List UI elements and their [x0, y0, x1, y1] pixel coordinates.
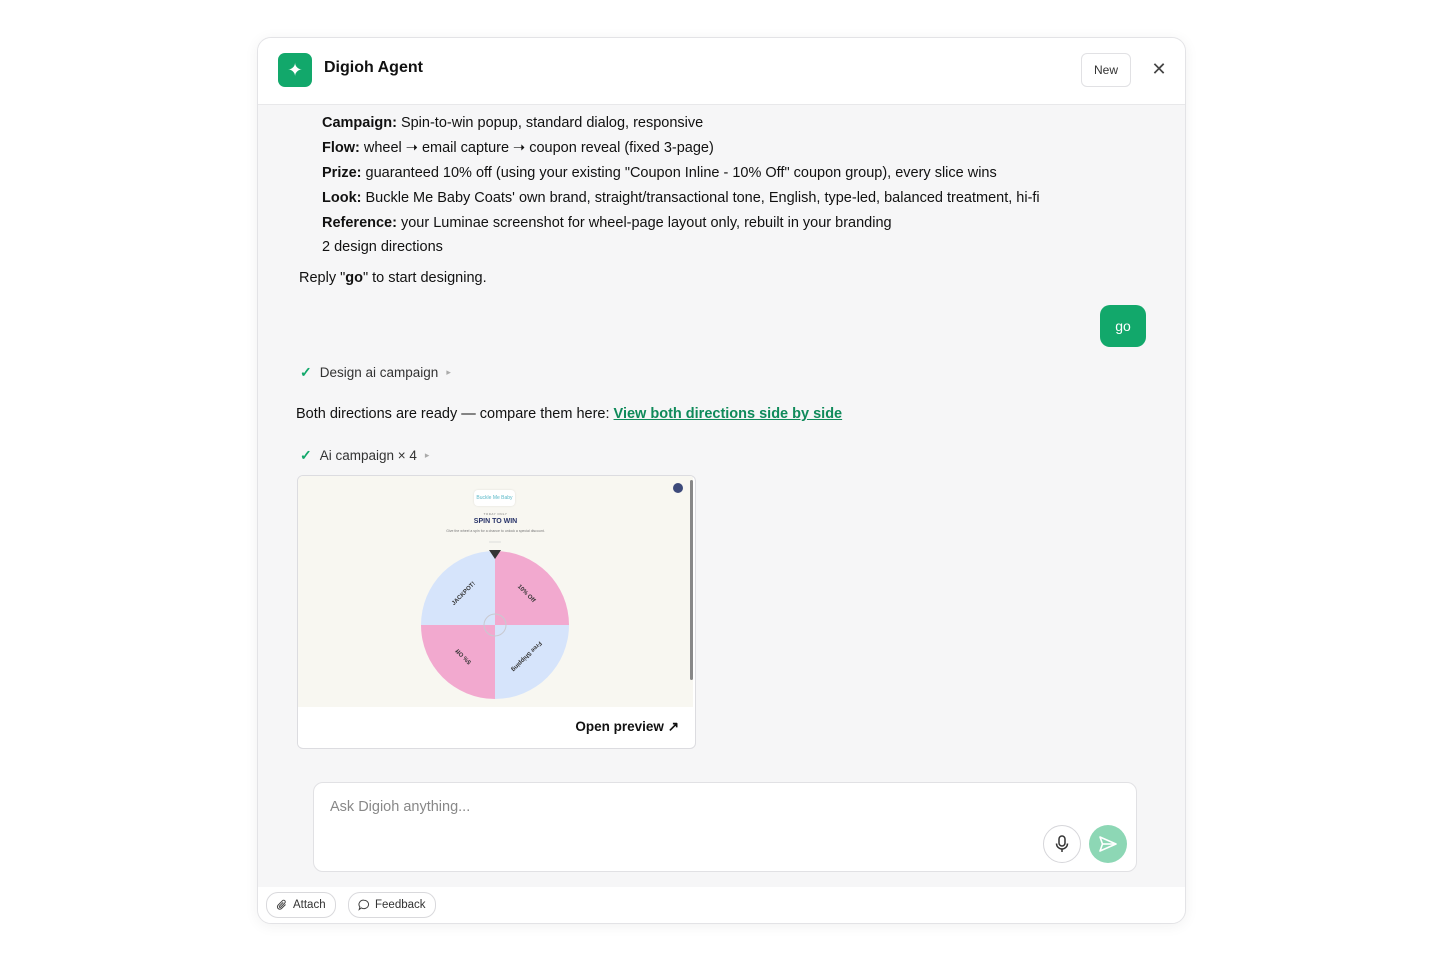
open-preview-button[interactable]: Open preview ↗ [575, 719, 679, 735]
feedback-button[interactable]: Feedback [348, 892, 436, 918]
paperclip-icon [276, 899, 286, 910]
ready-message: Both directions are ready — compare them… [296, 406, 843, 422]
microphone-icon[interactable] [1043, 825, 1081, 863]
new-chat-button[interactable]: New [1081, 53, 1131, 87]
tool-call-campaigns[interactable]: ✓ Ai campaign × 4 ▸ [300, 447, 429, 464]
summary-line-directions: 2 design directions [322, 239, 443, 255]
send-icon[interactable] [1089, 825, 1127, 863]
message-composer [313, 782, 1137, 872]
check-icon: ✓ [300, 364, 312, 380]
chevron-right-icon: ▸ [446, 367, 451, 377]
tool-call-label: Ai campaign × 4 [319, 448, 417, 463]
summary-line-reference: Reference: your Luminae screenshot for w… [322, 215, 892, 231]
summary-line-look: Look: Buckle Me Baby Coats' own brand, s… [322, 190, 1040, 206]
summary-line-flow: Flow: wheel ➝ email capture ➝ coupon rev… [322, 140, 714, 156]
message-input[interactable] [328, 795, 1032, 819]
wheel-slice [421, 625, 495, 699]
tool-call-design[interactable]: ✓ Design ai campaign ▸ [300, 364, 451, 381]
close-icon[interactable]: ✕ [1148, 58, 1170, 80]
preview-status-dot [673, 483, 683, 493]
user-message-bubble: go [1100, 305, 1146, 347]
wheel-slice [421, 551, 495, 625]
attach-button[interactable]: Attach [266, 892, 336, 918]
summary-line-prize: Prize: guaranteed 10% off (using your ex… [322, 165, 997, 181]
wheel-slice [495, 625, 569, 699]
preview-frame: Buckle Me Baby TODAY ONLY SPIN TO WIN Gi… [298, 476, 693, 707]
card-footer: Open preview ↗ [298, 707, 693, 747]
agent-window: ✦ Digioh Agent New ✕ Campaign: Spin-to-w… [257, 37, 1186, 924]
reply-instruction: Reply "go" to start designing. [299, 270, 487, 286]
prize-wheel: JACKPOT! 10% OffFree Shipping5% Off [421, 541, 569, 699]
digioh-logo-icon: ✦ [278, 53, 312, 87]
window-title: Digioh Agent [324, 59, 423, 76]
campaign-preview-card[interactable]: Buckle Me Baby TODAY ONLY SPIN TO WIN Gi… [297, 475, 696, 749]
footer-bar: Attach Feedback [258, 887, 1185, 923]
comment-icon [358, 899, 370, 911]
external-link-icon: ↗ [667, 719, 679, 734]
wheel-slice [495, 551, 569, 625]
preview-scrollbar[interactable] [690, 480, 693, 680]
header: ✦ Digioh Agent New ✕ [258, 38, 1185, 105]
chevron-right-icon: ▸ [424, 450, 430, 460]
view-directions-link[interactable]: View both directions side by side [614, 406, 843, 422]
tool-call-label: Design ai campaign [319, 365, 439, 380]
summary-line-campaign: Campaign: Spin-to-win popup, standard di… [322, 115, 704, 131]
check-icon: ✓ [300, 447, 312, 463]
